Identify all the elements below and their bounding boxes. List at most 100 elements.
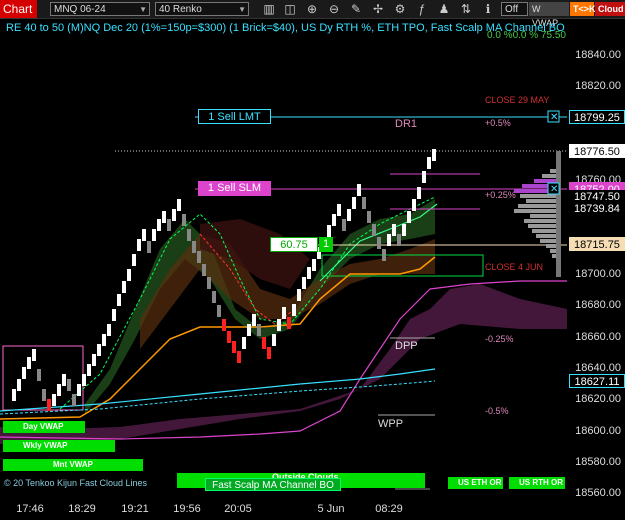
zoom-in-icon[interactable]: ⊕ [305, 2, 319, 16]
day-vwap-label: Day VWAP [3, 421, 85, 433]
renko-brick [297, 289, 301, 301]
renko-brick [97, 344, 101, 356]
renko-brick [177, 199, 181, 211]
price-tick-label: 18680.00 [575, 299, 621, 312]
price-axis[interactable]: 18840.0018820.0018800.0018780.0018760.00… [567, 19, 625, 500]
bar-chart-icon[interactable]: ▥ [262, 2, 276, 16]
price-tag-last: 18776.50 [569, 144, 625, 158]
price-tag-p3: 18715.75 [569, 237, 625, 251]
crosshair-icon[interactable]: ✢ [371, 2, 385, 16]
renko-brick [172, 209, 176, 221]
price-tick-label: 18820.00 [575, 80, 621, 93]
renko-brick [202, 264, 206, 276]
strategies-icon[interactable]: ♟ [437, 2, 451, 16]
renko-brick [37, 369, 41, 381]
close-icon[interactable]: ✕ [550, 112, 558, 123]
renko-brick [267, 347, 271, 359]
mnt-vwap-label: Mnt VWAP [3, 459, 143, 471]
us-rth-or-label: US RTH OR [509, 477, 565, 489]
renko-brick [332, 214, 336, 226]
off-selector[interactable]: Off [501, 2, 528, 16]
renko-brick [132, 254, 136, 266]
time-tick-label: 19:56 [173, 503, 201, 515]
dr1-label: DR1 [395, 118, 418, 130]
close-icon[interactable]: ✕ [550, 184, 558, 195]
instrument-value: MNQ 06-24 [54, 4, 106, 15]
renko-brick [47, 399, 51, 411]
indicators-icon[interactable]: ƒ [415, 2, 429, 16]
price-tick-label: 18640.00 [575, 362, 621, 374]
renko-brick [402, 224, 406, 236]
time-tick-label: 17:46 [16, 503, 44, 515]
price-tick-label: 18840.00 [575, 49, 621, 61]
renko-brick [242, 337, 246, 349]
renko-brick [82, 374, 86, 386]
renko-brick [142, 229, 146, 241]
renko-brick [92, 354, 96, 366]
renko-brick [212, 291, 216, 303]
renko-brick [67, 379, 71, 391]
renko-brick [362, 197, 366, 209]
renko-brick [422, 171, 426, 183]
pct-plus-025: +0.25% [485, 190, 516, 200]
us-eth-or-label: US ETH OR [448, 477, 503, 489]
cloud-button[interactable]: Cloud [595, 2, 625, 16]
volume-profile-bar [518, 204, 560, 208]
chart-trader-icon[interactable]: ⇅ [459, 2, 473, 16]
renko-brick [112, 309, 116, 321]
renko-brick [302, 277, 306, 289]
renko-brick [182, 214, 186, 226]
time-tick-label: 20:05 [224, 503, 252, 515]
draw-tool-icon[interactable]: ✎ [349, 2, 363, 16]
wvwap-button[interactable]: W VWAP [529, 2, 569, 28]
price-tag-p2: 18739.84 [569, 202, 625, 216]
info-icon[interactable]: ℹ [481, 2, 495, 16]
template-icon[interactable]: ◫ [283, 2, 297, 16]
time-tick-label: 19:21 [121, 503, 149, 515]
instrument-selector[interactable]: MNQ 06-24 ▼ [50, 2, 150, 16]
renko-brick [342, 219, 346, 231]
close-jun-label: CLOSE 4 JUN [485, 262, 544, 272]
indicator-title: RE 40 to 50 (M)NQ Dec 20 (1%=150p=$300) … [6, 22, 565, 34]
volume-profile [514, 151, 561, 277]
time-tick-label: 08:29 [375, 503, 403, 515]
renko-brick [252, 314, 256, 326]
renko-brick [262, 337, 266, 349]
renko-brick [127, 269, 131, 281]
volume-profile-bar [532, 229, 560, 233]
volume-profile-bar [528, 224, 560, 228]
renko-brick [372, 224, 376, 236]
volume-profile-bar [530, 214, 560, 218]
renko-brick [147, 241, 151, 253]
renko-brick [257, 324, 261, 336]
renko-brick [22, 367, 26, 379]
order-quantity[interactable]: 60.75 [270, 237, 318, 252]
chart-tab[interactable]: Chart [0, 0, 37, 18]
profile-value-area [556, 151, 561, 277]
sell-slm-order-label[interactable]: 1 Sell SLM [198, 181, 271, 196]
price-plot[interactable]: ✕ ✕ [0, 19, 567, 500]
pct-minus-025: -0.25% [485, 334, 514, 344]
bar-type-selector[interactable]: 40 Renko ▼ [155, 2, 249, 16]
renko-brick [87, 364, 91, 376]
price-tick-label: 18600.00 [575, 424, 621, 437]
time-axis[interactable]: 17:46 18:29 19:21 19:56 20:05 5 Jun 08:29 [0, 500, 567, 520]
properties-icon[interactable]: ⚙ [393, 2, 407, 16]
renko-brick [237, 351, 241, 363]
renko-brick [387, 234, 391, 246]
chevron-down-icon: ▼ [238, 5, 246, 14]
sell-lmt-order-label[interactable]: 1 Sell LMT [198, 109, 271, 124]
price-tick-label: 18620.00 [575, 393, 621, 406]
renko-brick [307, 267, 311, 279]
renko-brick [247, 324, 251, 336]
price-tick-label: 18580.00 [575, 455, 621, 468]
bar-type-value: 40 Renko [159, 4, 202, 15]
tk-button[interactable]: T<>K [570, 2, 596, 16]
off-value: Off [505, 4, 519, 15]
wkly-vwap-label: Wkly VWAP [3, 440, 115, 452]
renko-brick [17, 379, 21, 391]
renko-brick [312, 259, 316, 271]
renko-brick [222, 319, 226, 331]
order-qty-tag[interactable]: 1 [319, 237, 333, 252]
zoom-out-icon[interactable]: ⊖ [327, 2, 341, 16]
